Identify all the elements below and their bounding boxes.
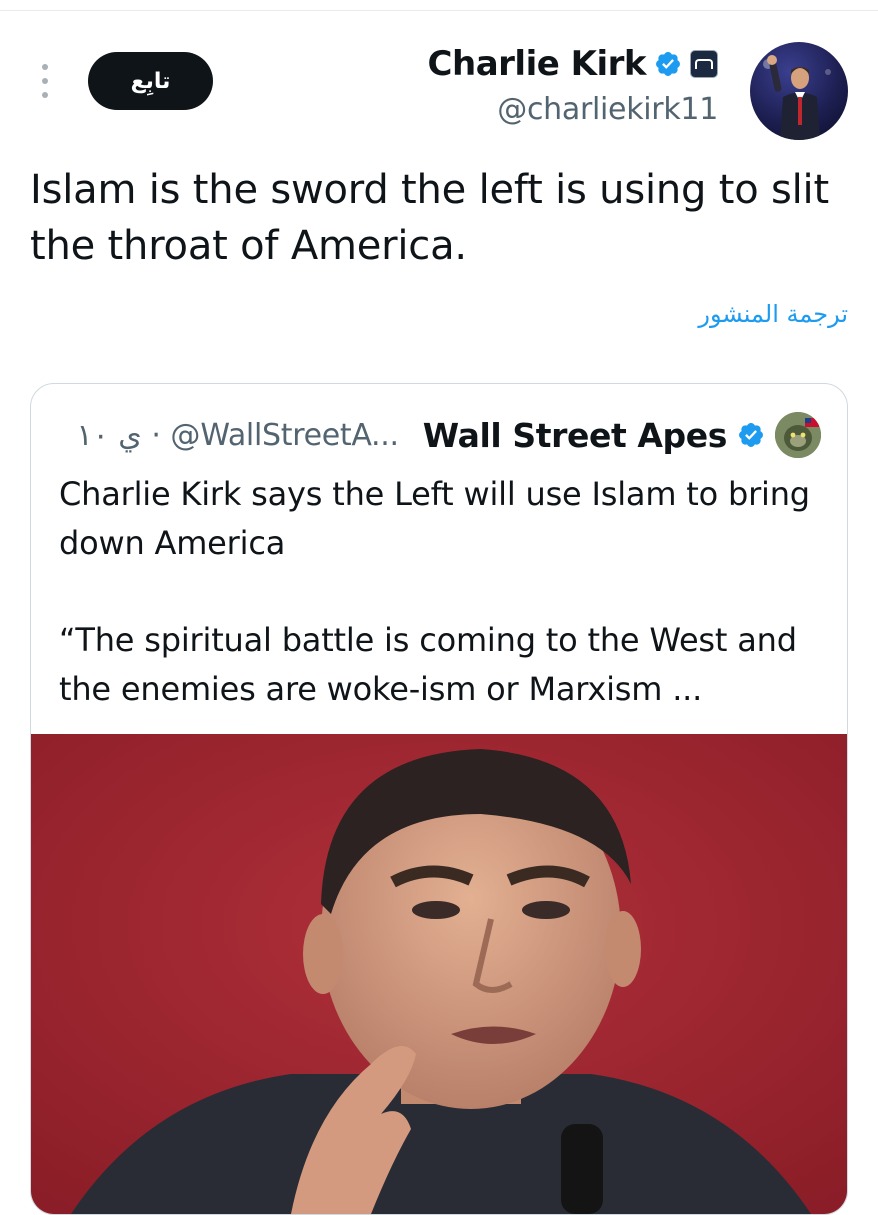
more-options-icon[interactable] xyxy=(38,64,52,98)
quoted-handle-time: ي ١٠ · @WallStreetA... xyxy=(76,417,400,453)
quoted-post-text: Charlie Kirk says the Left will use Isla… xyxy=(59,470,829,714)
author-handle[interactable]: @charliekirk11 xyxy=(428,92,718,127)
verified-badge-icon xyxy=(739,423,763,447)
follow-button[interactable]: تابِع xyxy=(88,52,213,110)
quoted-author-avatar xyxy=(775,412,821,458)
top-divider xyxy=(0,10,878,11)
quoted-post-card[interactable]: ي ١٠ · @WallStreetA... Wall Street Apes … xyxy=(30,383,848,1215)
quoted-author-name: Wall Street Apes xyxy=(422,415,728,455)
author-avatar[interactable] xyxy=(750,42,848,140)
translate-post-link[interactable]: ترجمة المنشور xyxy=(698,300,848,328)
affiliation-badge-icon[interactable] xyxy=(690,50,718,78)
author-block: Charlie Kirk @charliekirk11 xyxy=(428,44,719,127)
author-name[interactable]: Charlie Kirk xyxy=(428,44,647,84)
quoted-paragraph: Charlie Kirk says the Left will use Isla… xyxy=(59,475,810,562)
verified-badge-icon xyxy=(656,52,680,76)
tweet-text: Islam is the sword the left is using to … xyxy=(30,167,829,269)
quoted-paragraph: “The spiritual battle is coming to the W… xyxy=(59,621,797,708)
quoted-post-header: ي ١٠ · @WallStreetA... Wall Street Apes xyxy=(77,412,821,458)
quoted-video-thumbnail[interactable] xyxy=(31,734,847,1214)
